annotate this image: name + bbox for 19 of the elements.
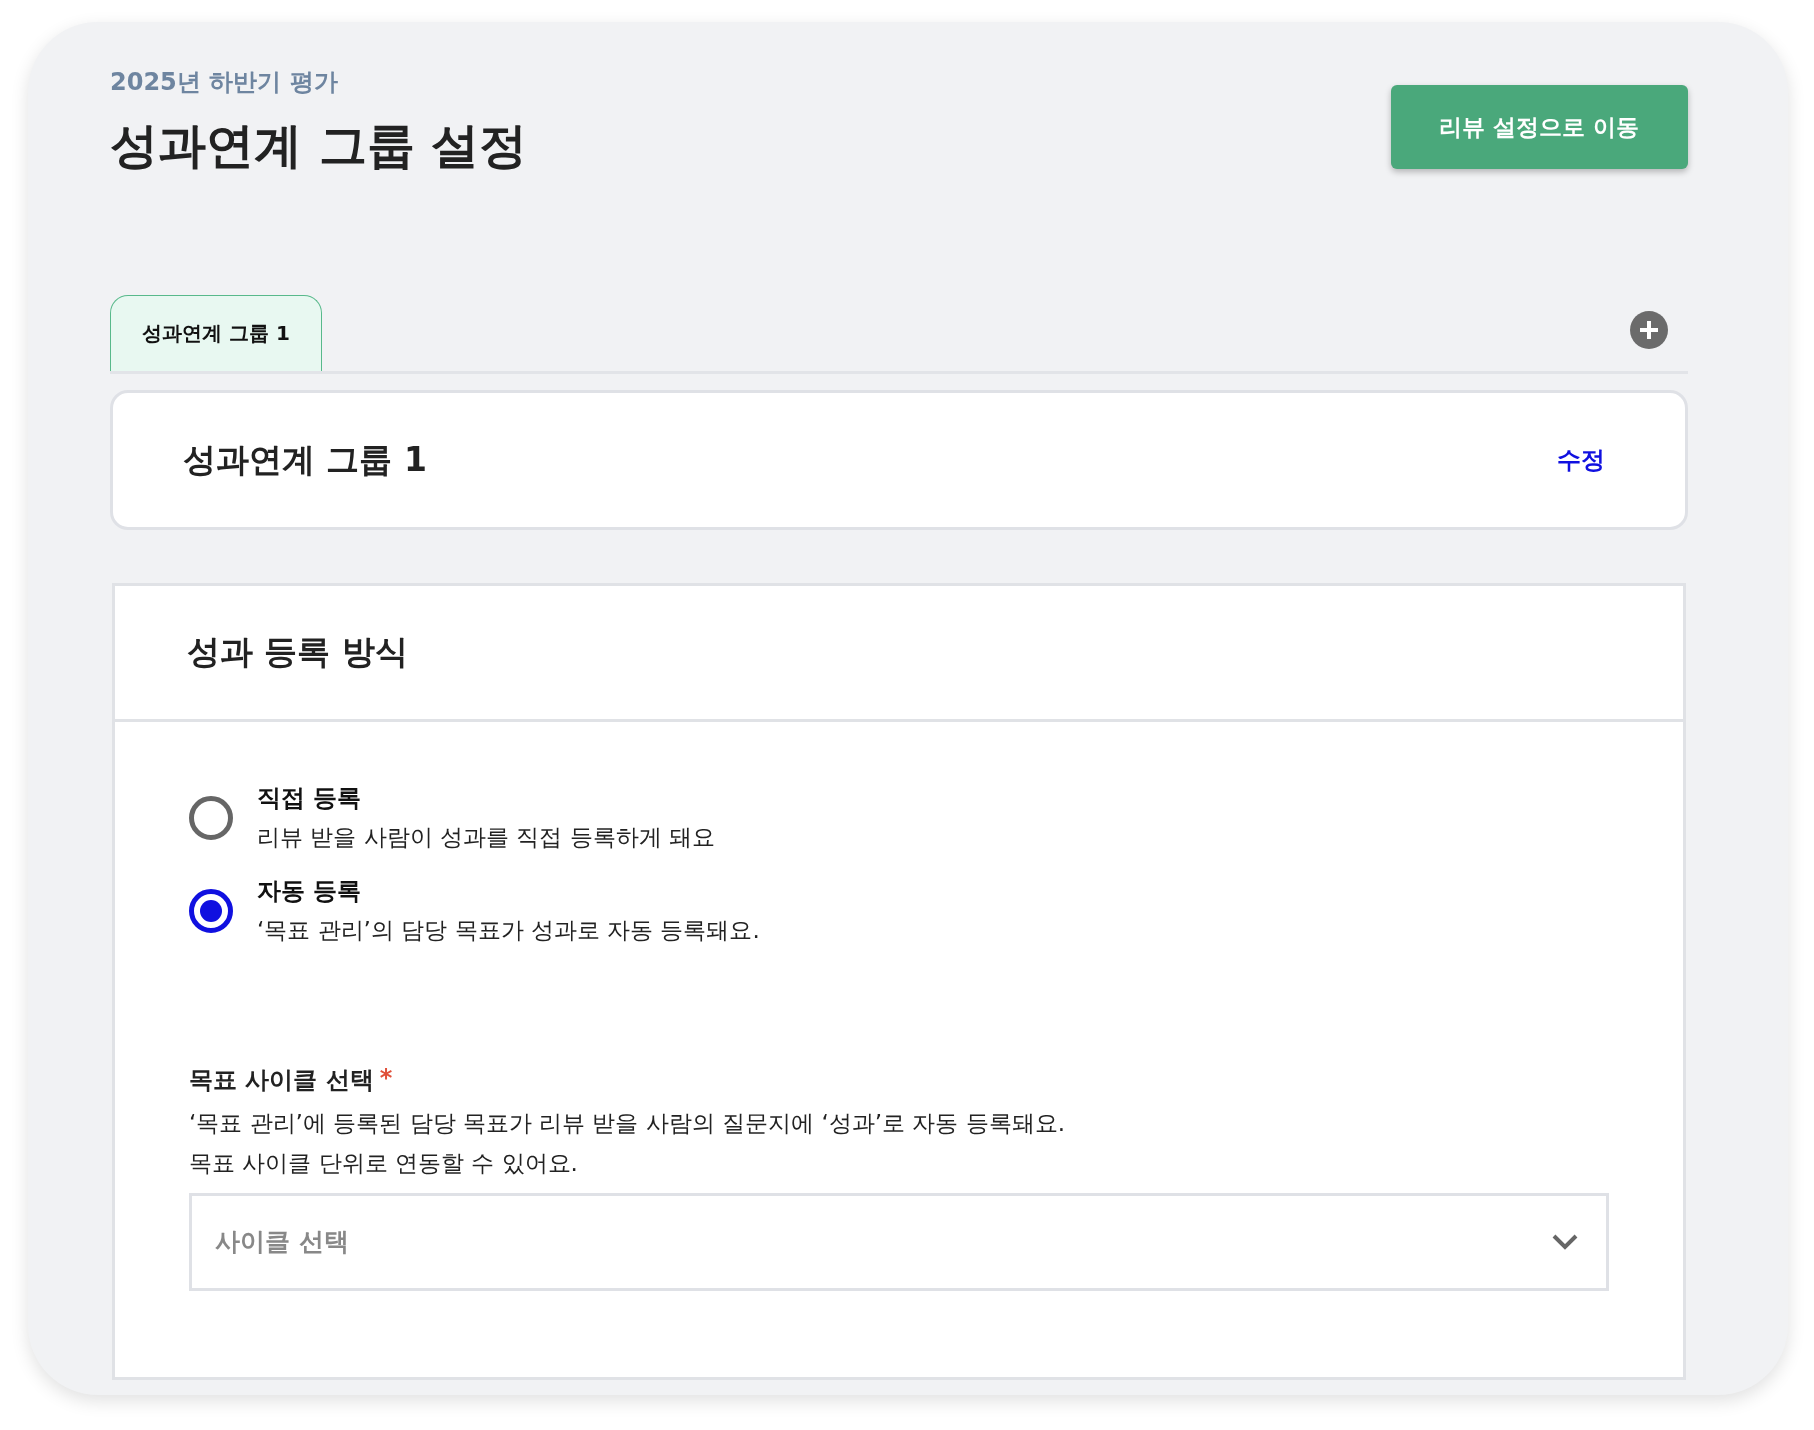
chevron-down-icon xyxy=(1551,1232,1579,1251)
option-description: 리뷰 받을 사람이 성과를 직접 등록하게 돼요 xyxy=(257,823,715,852)
section-title: 성과 등록 방식 xyxy=(187,631,408,673)
help-text: 목표 사이클 단위로 연동할 수 있어요. xyxy=(189,1150,579,1177)
group-tab[interactable]: 성과연계 그룹 1 xyxy=(110,295,322,371)
help-text: ‘목표 관리’에 등록된 담당 목표가 리뷰 받을 사람의 질문지에 ‘성과’로 자동 등록돼요. xyxy=(189,1110,1066,1137)
option-description: ‘목표 관리’의 담당 목표가 성과로 자동 등록돼요. xyxy=(257,916,760,945)
add-icon[interactable] xyxy=(1630,311,1668,349)
edit-link[interactable]: 수정 xyxy=(1557,444,1605,476)
radio-button[interactable] xyxy=(189,795,233,840)
field-label: 목표 사이클 선택 xyxy=(189,1065,374,1096)
radio-button[interactable] xyxy=(189,888,233,933)
page-subtitle: 2025년 하반기 평가 xyxy=(110,67,339,98)
group-name: 성과연계 그룹 1 xyxy=(183,438,427,481)
required-mark: * xyxy=(379,1064,393,1092)
page-title: 성과연계 그룹 설정 xyxy=(110,116,528,175)
option-label: 자동 등록 xyxy=(257,876,363,907)
cycle-select[interactable]: 사이클 선택 xyxy=(189,1192,1609,1291)
option-label: 직접 등록 xyxy=(257,783,363,814)
